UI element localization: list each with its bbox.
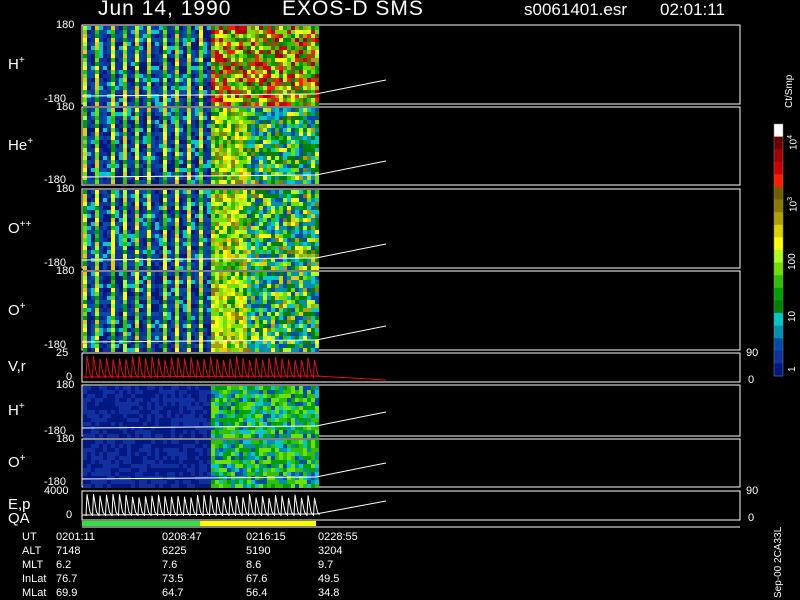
footer-value: 69.9 (56, 587, 78, 599)
colorbar-tick-4: 10 (787, 310, 798, 322)
colorbar-swatch (774, 287, 783, 301)
footer-label-mlt: MLT (22, 559, 44, 571)
qa-bar-good (82, 521, 200, 526)
y-tick-top-6: 180 (56, 379, 75, 391)
colorbar-swatch (774, 250, 783, 264)
colorbar-swatch (774, 338, 783, 352)
header-date: Jun 14, 1990 (98, 0, 232, 20)
right-tick-top-5: 90 (746, 347, 759, 359)
footer-value: 34.8 (318, 587, 340, 599)
colorbar-swatch (774, 124, 783, 138)
footer-value: 6.2 (56, 559, 72, 571)
qa-label: QA (8, 510, 30, 527)
footer-value: 8.6 (246, 559, 262, 571)
colorbar-tick-3: 100 (787, 253, 798, 270)
footer-value: 0208:47 (162, 531, 202, 543)
colorbar-swatch (774, 161, 783, 175)
panel-spectrogram-6 (83, 386, 319, 438)
footer-value: 9.7 (318, 559, 334, 571)
right-tick-bottom-8: 0 (748, 512, 755, 524)
panel-label-3: O++ (8, 218, 32, 237)
footer-value: 7148 (56, 545, 81, 557)
colorbar-swatch (774, 224, 783, 238)
panel-label-1: H+ (8, 54, 25, 73)
colorbar-swatch (774, 212, 783, 226)
colorbar-swatch (774, 262, 783, 276)
panel-label-7: O+ (8, 453, 26, 471)
colorbar-swatch (774, 136, 783, 150)
y-tick-top-4: 180 (56, 265, 75, 277)
panel-spectrogram-2 (83, 108, 319, 184)
colorbar-tick-1: 104 (787, 134, 800, 150)
y-tick-top-8: 4000 (44, 485, 69, 497)
panel-label-4: O+ (8, 300, 26, 319)
footer-value: 0216:15 (246, 531, 286, 543)
panel-label-6: H+ (8, 400, 25, 419)
colorbar-swatch (774, 275, 783, 289)
colorbar-swatch (774, 187, 783, 201)
y-tick-top-3: 180 (56, 183, 75, 195)
footer-value: 56.4 (246, 587, 268, 599)
footer-value: 0228:55 (318, 531, 358, 543)
header-time: 02:01:11 (660, 0, 725, 19)
colorbar-swatch (774, 149, 783, 163)
footer-value: 0201:11 (56, 531, 95, 543)
colorbar-tick-5: 1 (787, 366, 798, 372)
footer-value: 6225 (162, 545, 187, 557)
colorbar-swatch (774, 325, 783, 339)
qa-bar-caution (200, 521, 316, 526)
footer-value: 64.7 (162, 587, 184, 599)
footer-label-mlat: MLat (22, 587, 47, 599)
y-tick-top-1: 180 (56, 19, 75, 31)
header-instrument: EXOS-D SMS (282, 0, 424, 20)
footer-stamp: Sep-00 2CA33L (773, 526, 784, 598)
colorbar-tick-2: 103 (787, 196, 800, 212)
footer-value: 76.7 (56, 573, 78, 585)
footer-label-inlat: InLat (22, 573, 47, 585)
footer-value: 73.5 (162, 573, 184, 585)
footer-value: 3204 (318, 545, 343, 557)
footer-label-ut: UT (22, 531, 37, 543)
colorbar-swatch (774, 350, 783, 364)
y-tick-top-5: 25 (56, 347, 69, 359)
footer-label-alt: ALT (22, 545, 42, 557)
colorbar-swatch (774, 174, 783, 188)
right-tick-top-8: 90 (746, 485, 759, 497)
y-tick-top-7: 180 (56, 433, 75, 445)
right-tick-bottom-5: 0 (748, 374, 755, 386)
spectrogram-figure (81, 24, 784, 528)
y-tick-top-2: 180 (56, 101, 75, 113)
panel-spectrogram-7 (83, 440, 319, 488)
colorbar-swatch (774, 313, 783, 327)
y-tick-bottom-8: 0 (66, 509, 73, 521)
colorbar-swatch (774, 300, 783, 314)
panel-label-2: He+ (8, 136, 34, 154)
footer-value: 49.5 (318, 573, 340, 585)
header-file: s0061401.esr (524, 0, 628, 19)
panel-label-5: V,r (8, 357, 26, 375)
colorbar-swatch (774, 363, 783, 377)
colorbar-swatch (774, 199, 783, 213)
colorbar-swatch (774, 237, 783, 251)
colorbar-unit: Ct/Smp (784, 74, 795, 108)
panel-frame-5 (81, 352, 741, 383)
footer-value: 7.6 (162, 559, 178, 571)
footer-value: 67.6 (246, 573, 268, 585)
panel-frame-8 (81, 490, 741, 521)
footer-value: 5190 (246, 545, 271, 557)
